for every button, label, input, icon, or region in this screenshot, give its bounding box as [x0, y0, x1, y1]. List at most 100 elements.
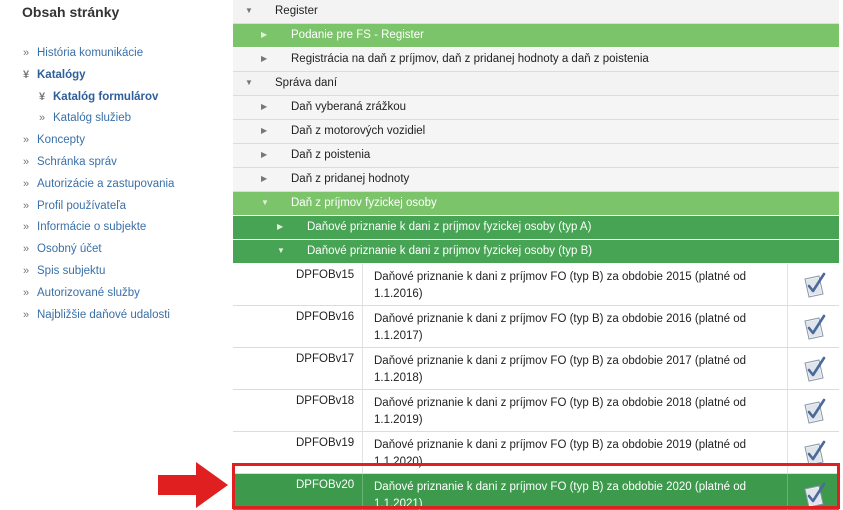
tree-row[interactable]: ▶ Daňové priznanie k dani z príjmov fyzic… [233, 216, 839, 240]
caret-right-icon[interactable]: ▶ [261, 24, 267, 46]
form-row[interactable]: DPFOBv16 Daňové priznanie k dani z príjmo… [233, 306, 839, 348]
tree-row-label: Register [275, 5, 318, 17]
form-check-icon [804, 272, 826, 298]
bullet-icon: » [23, 308, 30, 321]
form-description[interactable]: Daňové priznanie k dani z príjmov FO (ty… [364, 432, 788, 473]
tree-row[interactable]: ▶ Daň z motorových vozidiel [233, 120, 839, 144]
form-check-icon [804, 482, 826, 508]
form-code: DPFOBv15 [233, 264, 363, 305]
form-check-icon [804, 440, 826, 466]
tree-row-label: Podanie pre FS - Register [291, 29, 424, 41]
bullet-icon: » [23, 47, 30, 59]
form-code: DPFOBv16 [233, 306, 363, 347]
sidebar-item-9[interactable]: » Osobný účet [22, 240, 227, 262]
sidebar-item-3[interactable]: » Katalóg služieb [22, 109, 227, 131]
bullet-icon: » [23, 243, 30, 256]
sidebar: Obsah stránky » História komunikácie ¥ Kata… [0, 0, 230, 510]
form-description[interactable]: Daňové priznanie k dani z príjmov FO (ty… [364, 348, 788, 389]
form-check-icon [804, 356, 826, 382]
sidebar-item-label: Osobný účet [37, 243, 102, 256]
open-form-button[interactable] [789, 432, 839, 473]
open-form-button[interactable] [789, 264, 839, 305]
form-catalog-tree: ▼ Register ▶ Podanie pre FS - Register ▶ Regi… [233, 0, 839, 510]
caret-down-icon[interactable]: ▼ [261, 192, 269, 214]
form-check-icon [804, 314, 826, 340]
caret-right-icon[interactable]: ▶ [261, 144, 267, 166]
tree-row-label: Daň z príjmov fyzickej osoby [291, 197, 437, 209]
form-row[interactable]: DPFOBv19 Daňové priznanie k dani z príjmo… [233, 432, 839, 474]
caret-down-icon[interactable]: ▼ [245, 0, 253, 22]
form-description[interactable]: Daňové priznanie k dani z príjmov FO (ty… [364, 474, 788, 510]
sidebar-item-2[interactable]: ¥ Katalóg formulárov [22, 88, 227, 110]
tree-row[interactable]: ▶ Daň z poistenia [233, 144, 839, 168]
sidebar-item-1[interactable]: ¥ Katalógy [22, 66, 227, 88]
sidebar-item-label: Katalógy [37, 68, 86, 81]
caret-right-icon[interactable]: ▶ [261, 120, 267, 142]
sidebar-item-0[interactable]: » História komunikácie [22, 44, 227, 66]
tree-row[interactable]: ▼ Správa daní [233, 72, 839, 96]
expanded-bullet-icon: ¥ [39, 90, 46, 103]
tree-row-label: Daň vyberaná zrážkou [291, 101, 407, 113]
bullet-icon: » [39, 112, 46, 125]
caret-right-icon[interactable]: ▶ [261, 168, 267, 190]
form-row[interactable]: DPFOBv20 Daňové priznanie k dani z príjmo… [233, 474, 839, 510]
form-description[interactable]: Daňové priznanie k dani z príjmov FO (ty… [364, 306, 788, 347]
caret-right-icon[interactable]: ▶ [261, 48, 267, 70]
bullet-icon: » [23, 199, 30, 212]
sidebar-item-label: Najbližšie daňové udalosti [37, 308, 170, 321]
sidebar-item-label: Katalóg služieb [53, 112, 131, 125]
form-description[interactable]: Daňové priznanie k dani z príjmov FO (ty… [364, 390, 788, 431]
caret-down-icon[interactable]: ▼ [245, 72, 253, 94]
sidebar-item-11[interactable]: » Autorizované služby [22, 284, 227, 306]
open-form-button[interactable] [789, 306, 839, 347]
open-form-button[interactable] [789, 348, 839, 389]
sidebar-item-8[interactable]: » Informácie o subjekte [22, 218, 227, 240]
sidebar-item-label: Autorizácie a zastupovania [37, 177, 175, 190]
bullet-icon: » [23, 155, 30, 168]
sidebar-title: Obsah stránky [22, 4, 120, 20]
sidebar-item-12[interactable]: » Najbližšie daňové udalosti [22, 306, 227, 328]
caret-right-icon[interactable]: ▶ [261, 96, 267, 118]
expanded-bullet-icon: ¥ [23, 68, 30, 81]
open-form-button[interactable] [789, 390, 839, 431]
sidebar-item-7[interactable]: » Profil používateľa [22, 197, 227, 219]
tree-row-label: Daň z motorových vozidiel [291, 125, 426, 137]
tree-row[interactable]: ▼ Daňové priznanie k dani z príjmov fyzic… [233, 240, 839, 264]
tree-row-label: Správa daní [275, 77, 338, 89]
tree-row[interactable]: ▼ Register [233, 0, 839, 24]
tree-row-label: Daňové priznanie k dani z príjmov fyzick… [307, 245, 593, 257]
form-check-icon [804, 398, 826, 424]
sidebar-item-5[interactable]: » Schránka správ [22, 153, 227, 175]
caret-down-icon[interactable]: ▼ [277, 240, 285, 262]
form-row[interactable]: DPFOBv15 Daňové priznanie k dani z príjmo… [233, 264, 839, 306]
sidebar-item-6[interactable]: » Autorizácie a zastupovania [22, 175, 227, 197]
caret-right-icon[interactable]: ▶ [277, 216, 283, 238]
sidebar-item-label: Katalóg formulárov [53, 90, 159, 103]
tree-row[interactable]: ▶ Registrácia na daň z príjmov, daň z pri… [233, 48, 839, 72]
tree-row-label: Daň z poistenia [291, 149, 371, 161]
bullet-icon: » [23, 264, 30, 277]
bullet-icon: » [23, 134, 30, 147]
sidebar-item-label: Spis subjektu [37, 264, 106, 277]
tree-row[interactable]: ▶ Podanie pre FS - Register [233, 24, 839, 48]
form-row[interactable]: DPFOBv18 Daňové priznanie k dani z príjmo… [233, 390, 839, 432]
sidebar-item-label: História komunikácie [37, 47, 144, 59]
form-code: DPFOBv17 [233, 348, 363, 389]
sidebar-item-label: Informácie o subjekte [37, 221, 147, 234]
sidebar-item-10[interactable]: » Spis subjektu [22, 262, 227, 284]
open-form-button[interactable] [789, 474, 839, 510]
form-description[interactable]: Daňové priznanie k dani z príjmov FO (ty… [364, 264, 788, 305]
sidebar-item-4[interactable]: » Koncepty [22, 131, 227, 153]
tree-row[interactable]: ▶ Daň vyberaná zrážkou [233, 96, 839, 120]
form-row[interactable]: DPFOBv17 Daňové priznanie k dani z príjmo… [233, 348, 839, 390]
form-code: DPFOBv20 [233, 474, 363, 510]
form-code: DPFOBv18 [233, 390, 363, 431]
tree-row[interactable]: ▼ Daň z príjmov fyzickej osoby [233, 192, 839, 216]
sidebar-item-label: Koncepty [37, 134, 85, 147]
bullet-icon: » [23, 221, 30, 234]
tree-row-label: Daň z pridanej hodnoty [291, 173, 410, 185]
tree-row[interactable]: ▶ Daň z pridanej hodnoty [233, 168, 839, 192]
tree-row-label: Registrácia na daň z príjmov, daň z prid… [291, 53, 649, 65]
bullet-icon: » [23, 286, 30, 299]
tree-row-label: Daňové priznanie k dani z príjmov fyzick… [307, 221, 592, 233]
